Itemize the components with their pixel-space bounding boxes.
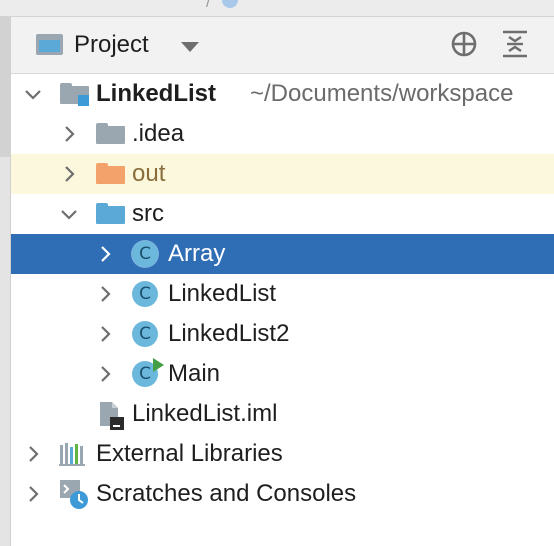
run-icon	[153, 358, 164, 372]
locate-file-icon[interactable]	[449, 29, 479, 59]
chevron-right-icon[interactable]	[23, 484, 43, 504]
tool-window-strip-button[interactable]	[0, 17, 10, 157]
file-icon	[100, 402, 124, 430]
class-icon: C	[132, 281, 158, 307]
chevron-down-icon[interactable]	[23, 84, 43, 104]
tree-item-label: Main	[168, 360, 221, 387]
tree-row-external-libraries[interactable]: External Libraries	[11, 434, 554, 474]
tree-row-main[interactable]: C Main	[11, 354, 554, 394]
tree-row-array[interactable]: C Array	[11, 234, 554, 274]
tree-row-iml[interactable]: LinkedList.iml	[11, 394, 554, 434]
root-project-path: ~/Documents/workspace	[250, 80, 514, 107]
chevron-right-icon[interactable]	[95, 244, 115, 264]
breadcrumb-separator-icon: /	[206, 0, 211, 11]
tree-item-label: External Libraries	[96, 440, 283, 467]
chevron-right-icon[interactable]	[95, 364, 115, 384]
breadcrumb-icon	[222, 0, 238, 8]
collapse-all-icon[interactable]	[500, 29, 530, 59]
tree-item-label: src	[132, 200, 164, 227]
tree-row-root[interactable]: LinkedList ~/Documents/workspace	[11, 74, 554, 114]
project-tool-window-header: Project	[11, 17, 554, 74]
chevron-right-icon[interactable]	[95, 324, 115, 344]
tree-row-scratches[interactable]: Scratches and Consoles	[11, 474, 554, 514]
tree-item-label: LinkedList	[168, 280, 277, 307]
chevron-right-icon[interactable]	[59, 124, 79, 144]
previous-toolbar: /	[0, 0, 554, 17]
tree-row-src[interactable]: src	[11, 194, 554, 234]
tree-row-linkedlist2[interactable]: C LinkedList2	[11, 314, 554, 354]
tree-row-linkedlist[interactable]: C LinkedList	[11, 274, 554, 314]
chevron-right-icon[interactable]	[59, 164, 79, 184]
tree-item-label: Scratches and Consoles	[96, 480, 357, 507]
excluded-folder-icon	[96, 163, 125, 184]
module-folder-icon	[60, 83, 89, 106]
scratches-icon	[60, 480, 88, 509]
tree-item-label: Array	[168, 240, 226, 267]
chevron-right-icon[interactable]	[95, 284, 115, 304]
chevron-right-icon[interactable]	[23, 444, 43, 464]
source-folder-icon	[96, 203, 125, 224]
tree-item-label: LinkedList2	[168, 320, 290, 347]
tree-item-label: LinkedList.iml	[132, 400, 278, 427]
library-icon	[59, 443, 85, 466]
class-icon: C	[132, 241, 158, 267]
project-view-icon	[36, 34, 63, 55]
chevron-down-icon[interactable]	[181, 42, 199, 52]
tree-row-idea[interactable]: .idea	[11, 114, 554, 154]
class-icon: C	[132, 321, 158, 347]
tree-item-label: .idea	[132, 120, 185, 147]
root-project-name: LinkedList	[96, 80, 217, 107]
chevron-down-icon[interactable]	[59, 204, 79, 224]
project-view-label[interactable]: Project	[74, 31, 149, 59]
tree-item-label: out	[132, 160, 166, 187]
tool-window-strip	[0, 17, 11, 546]
folder-icon	[96, 123, 125, 144]
tree-row-out[interactable]: out	[11, 154, 554, 194]
